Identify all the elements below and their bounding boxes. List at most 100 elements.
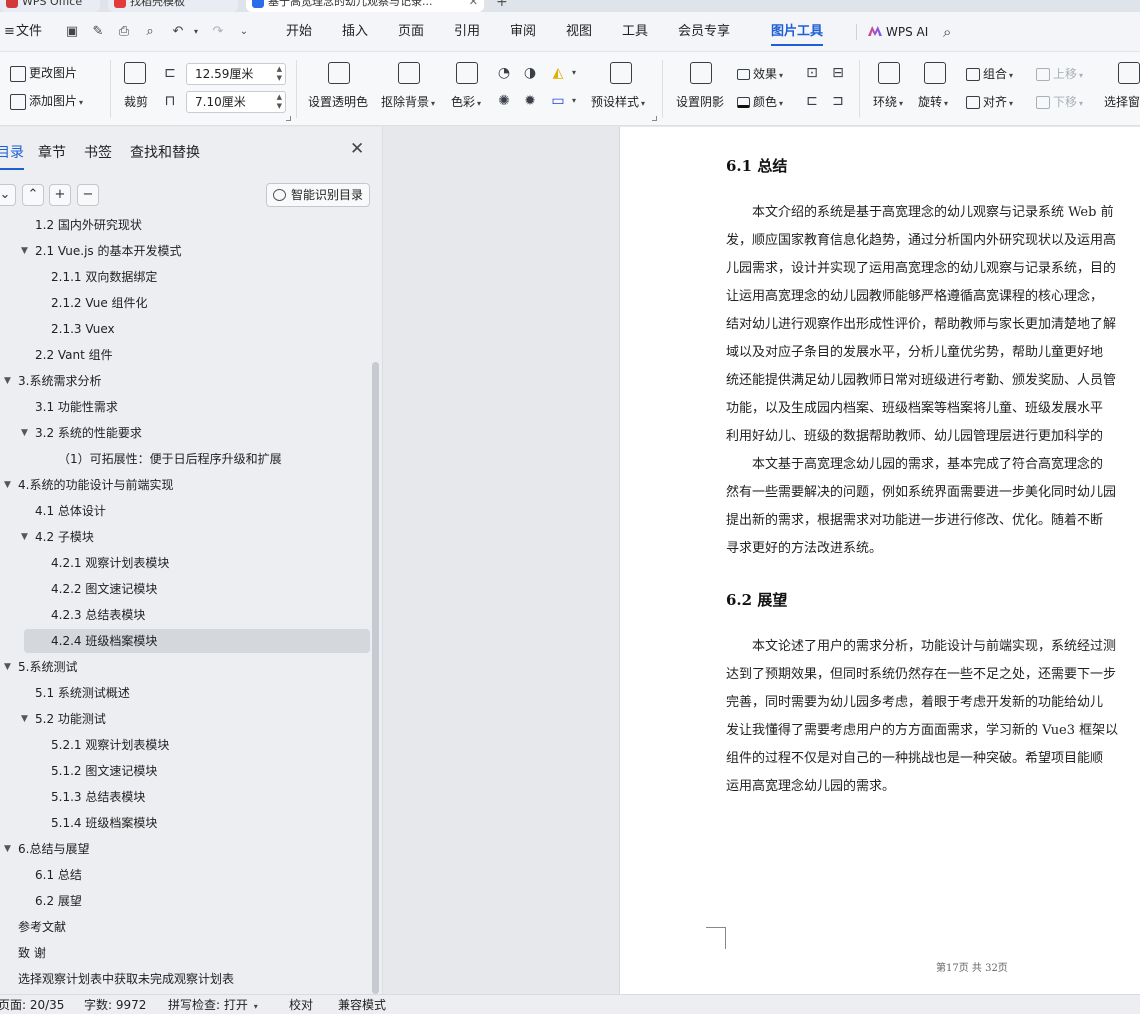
nav-tab-bookmarks[interactable]: 书签 [84,142,112,162]
chevron-down-icon[interactable]: ▾ [572,96,576,105]
height-input[interactable]: 7.10厘米 ▲ ▼ [186,91,286,113]
toc-item[interactable]: （1）可拓展性：便于日后程序升级和扩展 [0,447,372,471]
set-shadow-icon[interactable] [690,62,712,84]
toc-item[interactable]: 5.1.3 总结表模块 [0,785,372,809]
toc-item[interactable]: 选择观察计划表中获取未完成观察计划表 [0,967,372,991]
toc-item[interactable]: ▼ 2.1 Vue.js 的基本开发模式 [0,239,372,263]
shadow-left-icon[interactable]: ⊏ [804,93,820,109]
tab-review[interactable]: 审阅 [510,12,536,52]
search-icon[interactable]: ⌕ [943,23,951,41]
selection-pane-button[interactable]: 选择窗 [1104,94,1140,110]
tab-docer[interactable]: 找稻壳模板 [108,0,238,12]
toc-item[interactable]: 5.1.4 班级档案模块 [0,811,372,835]
smart-toc-button[interactable]: 智能识别目录 [266,183,370,207]
set-transparent-icon[interactable] [328,62,350,84]
tab-member[interactable]: 会员专享 [678,12,730,52]
align-button[interactable]: 对齐 ▾ [966,94,1013,112]
toc-item[interactable]: 5.1.2 图文速记模块 [0,759,372,783]
set-transparent-button[interactable]: 设置透明色 [308,94,368,110]
toc-item[interactable]: 4.2.4 班级档案模块 [24,629,370,653]
add-image-button[interactable]: 添加图片 ▾ [10,93,83,111]
toc-item[interactable]: ▼ 4.系统的功能设计与前端实现 [0,473,372,497]
shadow-down-icon[interactable]: ⊟ [830,65,846,81]
new-tab-icon[interactable]: + [496,0,508,10]
fill-color-icon[interactable]: ◭ [550,65,566,81]
bring-forward-button[interactable]: 上移 ▾ [1036,66,1083,84]
wrap-button[interactable]: 环绕 ▾ [873,94,903,112]
toc-item[interactable]: 2.1.3 Vuex [0,317,372,341]
selection-pane-icon[interactable] [1118,62,1140,84]
toc-item[interactable]: 4.2.2 图文速记模块 [0,577,372,601]
preset-style-button[interactable]: 预设样式 ▾ [591,94,645,112]
toc-item[interactable]: ▼ 3.系统需求分析 [0,369,372,393]
preset-style-icon[interactable] [610,62,632,84]
expand-triangle-icon[interactable]: ▼ [21,525,31,549]
tab-picture-tools[interactable]: 图片工具 [771,12,824,52]
toc-item[interactable]: 5.2.1 观察计划表模块 [0,733,372,757]
increase-brightness-icon[interactable]: ✺ [496,93,512,109]
toc-item[interactable]: 2.1.1 双向数据绑定 [0,265,372,289]
toc-item[interactable]: 5.1 系统测试概述 [0,681,372,705]
style-dialog-launcher-icon[interactable] [652,116,657,121]
tab-page[interactable]: 页面 [398,12,424,52]
close-icon[interactable]: ✕ [350,139,364,159]
border-color-icon[interactable]: ▭ [550,93,566,109]
nav-tab-find-replace[interactable]: 查找和替换 [130,142,200,162]
width-stepper-icon[interactable]: ▲ ▼ [277,65,282,83]
toc-item[interactable]: 1.2 国内外研究现状 [0,217,372,237]
remove-background-icon[interactable] [398,62,420,84]
nav-tab-chapters[interactable]: 章节 [38,142,66,162]
toc-item[interactable]: 3.1 功能性需求 [0,395,372,419]
toc-item[interactable]: 参考文献 [0,915,372,939]
effects-button[interactable]: 效果 ▾ [737,66,783,84]
redo-icon[interactable]: ↷ [210,24,226,40]
color-mode-icon[interactable] [456,62,478,84]
group-button[interactable]: 组合 ▾ [966,66,1013,84]
expand-triangle-icon[interactable]: ▼ [4,837,14,861]
toc-item[interactable]: ▼ 5.2 功能测试 [0,707,372,731]
toc-item[interactable]: 4.2.3 总结表模块 [0,603,372,627]
tab-insert[interactable]: 插入 [342,12,368,52]
toc-item[interactable]: 致 谢 [0,941,372,965]
increase-contrast-icon[interactable]: ◔ [496,65,512,81]
decrease-contrast-icon[interactable]: ◑ [522,65,538,81]
rotate-button[interactable]: 旋转 ▾ [918,94,948,112]
chevron-down-icon[interactable]: ⌄ [236,24,252,40]
toc-item[interactable]: 4.1 总体设计 [0,499,372,523]
proofread-button[interactable]: 校对 [289,995,313,1014]
shadow-up-icon[interactable]: ⊡ [804,65,820,81]
toc-item[interactable]: 6.1 总结 [0,863,372,887]
chevron-down-icon[interactable]: ▾ [572,68,576,77]
height-stepper-icon[interactable]: ▲ ▼ [277,93,282,111]
toc-item[interactable]: ▼ 4.2 子模块 [0,525,372,549]
change-image-button[interactable]: 更改图片 [10,65,77,82]
expand-triangle-icon[interactable]: ▼ [4,369,14,393]
expand-triangle-icon[interactable]: ▼ [4,473,14,497]
width-input[interactable]: 12.59厘米 ▲ ▼ [186,63,286,85]
toc-item[interactable]: 4.2.1 观察计划表模块 [0,551,372,575]
toc-item[interactable]: 2.1.2 Vue 组件化 [0,291,372,315]
print-preview-icon[interactable]: ⌕ [142,24,158,40]
toc-item[interactable]: ▼ 5.系统测试 [0,655,372,679]
save-icon[interactable]: ▣ [64,24,80,40]
tab-wps-office[interactable]: WPS Office [0,0,100,12]
toc-item[interactable]: ▼ 6.总结与展望 [0,837,372,861]
toc-item[interactable]: 6.2 展望 [0,889,372,913]
tab-home[interactable]: 开始 [286,12,312,52]
add-heading-button[interactable]: + [49,184,71,206]
remove-background-button[interactable]: 抠除背景 ▾ [381,94,435,112]
format-painter-icon[interactable]: ✎ [90,24,106,40]
toc-scrollbar[interactable] [372,362,379,994]
expand-triangle-icon[interactable]: ▼ [4,655,14,679]
send-backward-button[interactable]: 下移 ▾ [1036,94,1083,112]
collapse-level-button[interactable]: ⌄ [0,184,16,206]
wrap-text-icon[interactable] [878,62,900,84]
toc-item[interactable]: ▼ 3.2 系统的性能要求 [0,421,372,445]
undo-dropdown-icon[interactable]: ▾ [188,24,204,40]
color-mode-button[interactable]: 色彩 ▾ [451,94,481,112]
close-tab-icon[interactable]: ✕ [469,0,478,12]
toc-item[interactable]: 2.2 Vant 组件 [0,343,372,367]
nav-tab-toc[interactable]: 目录 [0,142,24,170]
size-dialog-launcher-icon[interactable] [286,116,291,121]
wps-ai-button[interactable]: WPS AI [868,12,928,52]
